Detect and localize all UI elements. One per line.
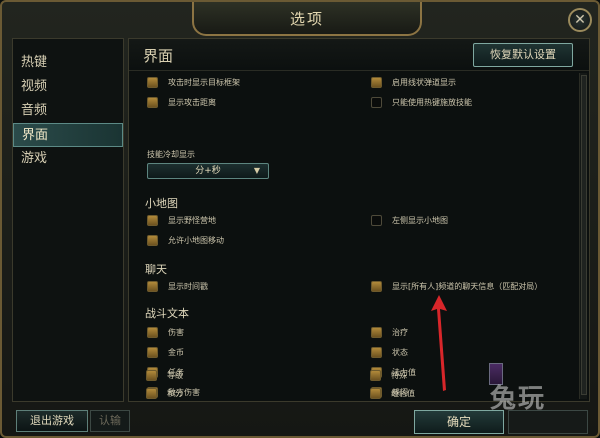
option-label: 经验值 [391,388,415,398]
options-window: 选项 ✕ 热键 视频 音频 界面 游戏 界面 恢复默认设置 攻击时显示目标框架 … [0,0,600,438]
option-label: 左侧显示小地图 [392,215,448,225]
option-label: 启用线状弹道显示 [392,77,456,87]
section-title-minimap: 小地图 [145,197,178,210]
option-label: 显示[所有人]频道的聊天信息（匹配对局） [392,281,543,291]
panel-title: 界面 [143,47,174,65]
panel-header: 界面 恢复默认设置 [129,39,589,71]
scrollbar-thumb[interactable] [581,75,587,395]
option-row[interactable]: 允许小地图移动 [147,233,224,247]
option-row[interactable]: 显示时间戳 [147,279,208,293]
option-row[interactable]: 攻击时显示目标框架 [147,75,240,89]
option-label: 显示攻击距离 [168,97,216,107]
section-title-chat: 聊天 [145,263,167,276]
checkbox[interactable] [371,214,382,226]
option-row[interactable]: 启用线状弹道显示 [371,75,456,89]
checkbox[interactable] [147,76,158,88]
option-row[interactable]: 特殊 [370,368,407,382]
chevron-down-icon: ▼ [253,166,260,175]
cooldown-value: 分+秒 [195,166,221,176]
reset-defaults-button[interactable]: 恢复默认设置 [473,43,573,67]
option-row[interactable]: 显示攻击距离 [147,95,216,109]
checkbox[interactable] [371,280,382,292]
checkbox[interactable] [147,214,158,226]
option-row[interactable]: 治疗 [371,325,408,339]
checkbox[interactable] [371,96,382,108]
option-label: 只能使用热键施放技能 [392,97,472,107]
option-label: 显示野怪营地 [168,215,216,225]
checkbox[interactable] [146,387,157,399]
sidebar-item-audio[interactable]: 音频 [13,99,123,123]
option-label: 积分 [167,388,183,398]
cooldown-label: 技能冷却显示 [147,150,195,159]
option-row[interactable]: 伤害 [147,325,184,339]
checkbox[interactable] [147,280,158,292]
surrender-button[interactable]: 认输 [90,410,130,432]
option-row[interactable]: 经验值 [370,386,415,400]
option-label: 金币 [168,347,184,357]
window-title: 选项 [289,9,324,28]
sidebar-item-game[interactable]: 游戏 [13,147,123,171]
checkbox[interactable] [371,76,382,88]
option-label: 攻击时显示目标框架 [168,77,240,87]
option-row[interactable]: 显示[所有人]频道的聊天信息（匹配对局） [371,279,542,293]
checkbox[interactable] [147,326,158,338]
checkbox[interactable] [371,346,382,358]
sidebar-nav: 热键 视频 音频 界面 游戏 [12,38,124,402]
checkbox[interactable] [147,234,158,246]
option-label: 伤害 [168,327,184,337]
option-label: 特殊 [391,370,407,380]
settings-panel: 界面 恢复默认设置 攻击时显示目标框架 启用线状弹道显示 显示攻击距离 只能使用… [128,38,590,402]
option-row[interactable]: 只能使用热键施放技能 [371,95,472,109]
option-row[interactable]: 状态 [371,345,408,359]
window-titlebar: 选项 [192,2,422,36]
checkbox[interactable] [371,326,382,338]
checkbox[interactable] [147,346,158,358]
scrollbar[interactable] [579,73,587,399]
watermark: 兔玩 [490,384,547,414]
sidebar-item-hotkeys[interactable]: 热键 [13,51,123,75]
option-row[interactable]: 积分 [146,386,183,400]
option-row[interactable]: 金币 [147,345,184,359]
checkbox[interactable] [147,96,158,108]
option-row[interactable]: 左侧显示小地图 [371,213,448,227]
sidebar-item-video[interactable]: 视频 [13,75,123,99]
option-row[interactable]: 等级 [146,368,183,382]
settings-content: 攻击时显示目标框架 启用线状弹道显示 显示攻击距离 只能使用热键施放技能 技能冷… [129,71,577,401]
option-label: 显示时间戳 [168,281,208,291]
checkbox[interactable] [370,387,381,399]
option-label: 允许小地图移动 [168,235,224,245]
sidebar-item-interface[interactable]: 界面 [13,123,123,147]
section-title-combat-text: 战斗文本 [145,307,189,320]
option-label: 状态 [392,347,408,357]
exit-game-button[interactable]: 退出游戏 [16,410,88,432]
option-row[interactable]: 显示野怪营地 [147,213,216,227]
checkbox[interactable] [370,369,381,381]
close-icon[interactable]: ✕ [568,8,592,32]
option-label: 等级 [167,370,183,380]
cooldown-dropdown[interactable]: 分+秒 ▼ [147,163,269,179]
option-label: 治疗 [392,327,408,337]
checkbox[interactable] [146,369,157,381]
red-arrow-annotation [431,295,447,391]
